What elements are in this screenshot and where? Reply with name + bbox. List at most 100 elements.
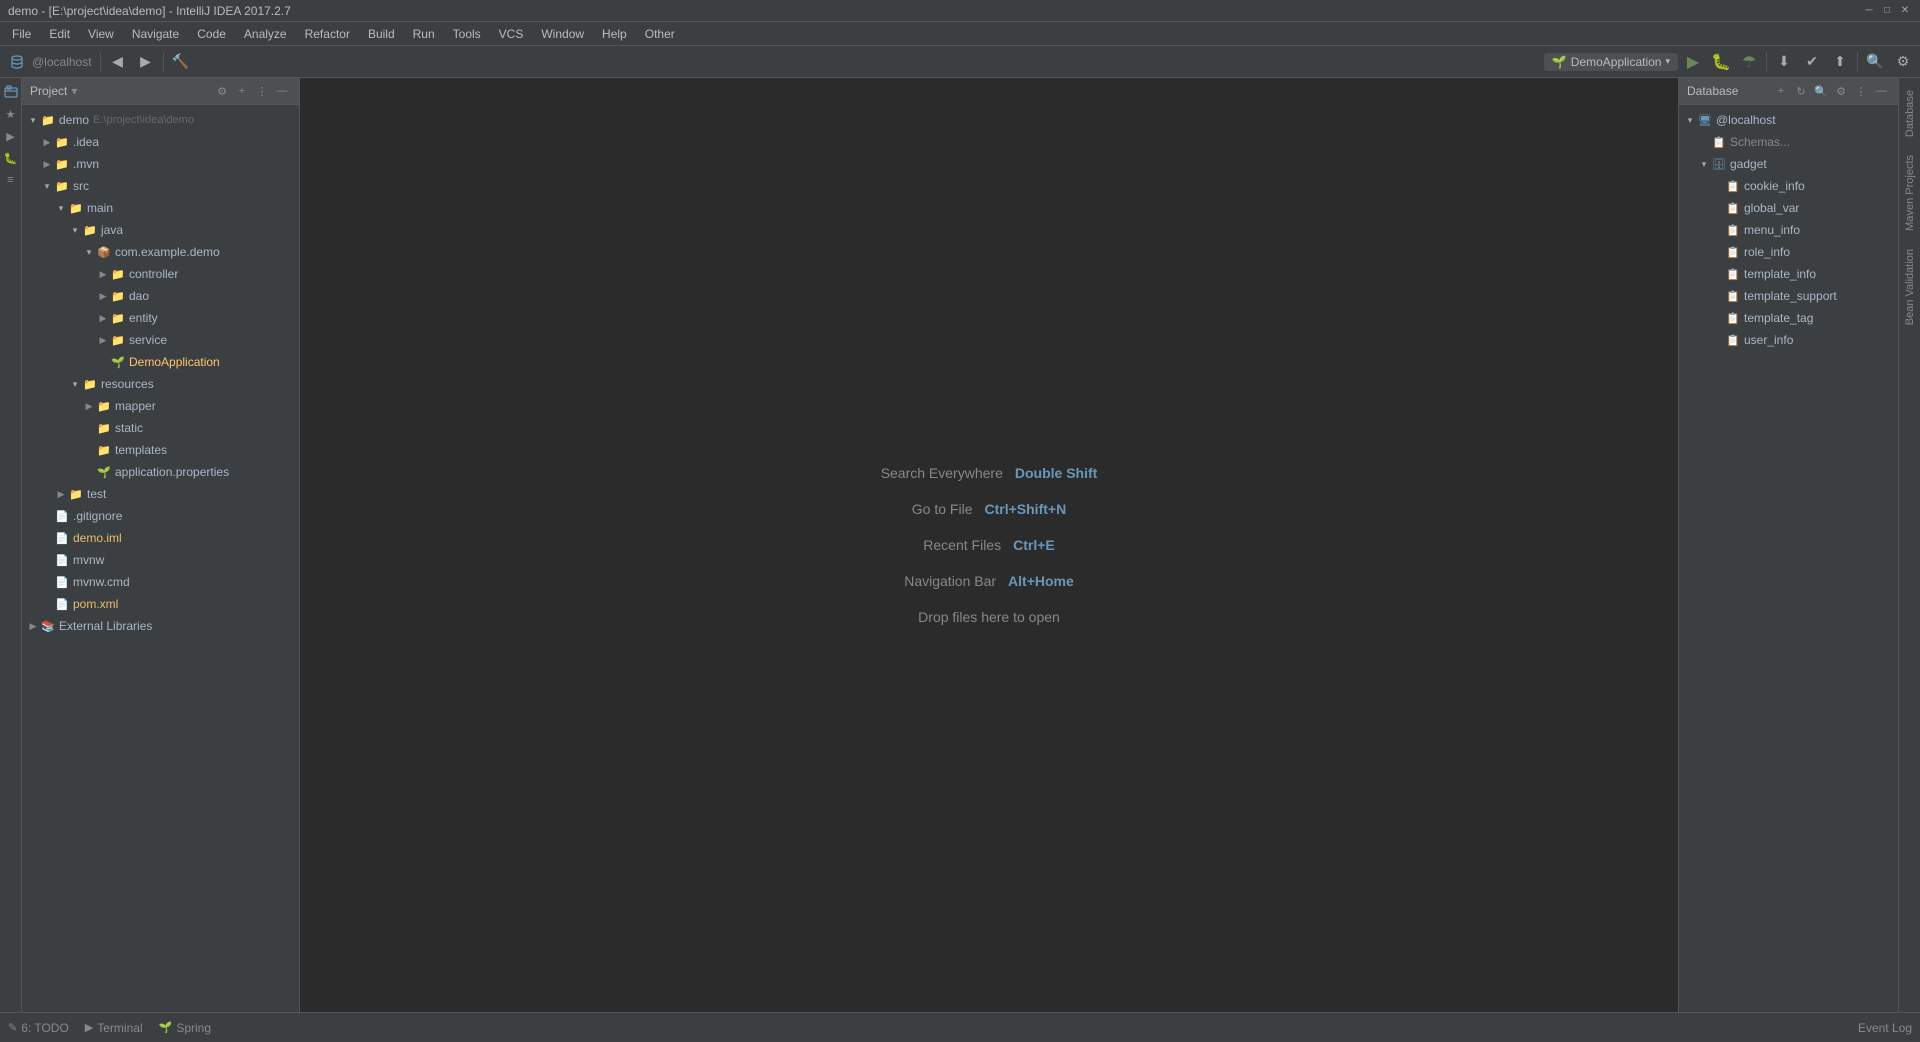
panel-gear-icon[interactable]: ⋮ (253, 82, 271, 100)
menu-build[interactable]: Build (360, 24, 403, 44)
panel-settings-icon[interactable]: ⚙ (213, 82, 231, 100)
sidebar-icon-project[interactable] (1, 82, 21, 102)
tree-item-idea[interactable]: ▶ 📁 .idea (22, 131, 299, 153)
tree-item-mvnwcmd[interactable]: ▶ 📄 mvnw.cmd (22, 571, 299, 593)
toolbar-settings-btn[interactable]: ⚙ (1890, 49, 1916, 75)
status-todo[interactable]: ✎ 6: TODO (8, 1021, 69, 1035)
tree-item-dao[interactable]: ▶ 📁 dao (22, 285, 299, 307)
database-toolbar-icon[interactable] (4, 49, 30, 75)
db-minimize-icon[interactable]: — (1872, 82, 1890, 100)
tree-item-gitignore[interactable]: ▶ 📄 .gitignore (22, 505, 299, 527)
tree-item-src[interactable]: ▾ 📁 src (22, 175, 299, 197)
tree-item-mapper[interactable]: ▶ 📁 mapper (22, 395, 299, 417)
db-more-icon[interactable]: ⋮ (1852, 82, 1870, 100)
db-item-schemas[interactable]: ▶ 📋 Schemas... (1679, 131, 1898, 153)
right-tab-database[interactable]: Database (1902, 82, 1918, 145)
tree-label-pomxml: pom.xml (73, 597, 118, 611)
tree-label-demo-path: E:\project\idea\demo (93, 114, 194, 126)
db-item-user-info[interactable]: ▶ 📋 user_info (1679, 329, 1898, 351)
db-item-localhost[interactable]: ▾ 🖥 @localhost (1679, 109, 1898, 131)
mvnw-icon: 📄 (54, 552, 70, 568)
tree-label-mvnw: mvnw (73, 553, 104, 567)
tree-item-templates[interactable]: ▶ 📁 templates (22, 439, 299, 461)
run-config-selector[interactable]: 🌱 DemoApplication ▾ (1544, 53, 1678, 71)
toolbar-vcs-commit[interactable]: ✔ (1799, 49, 1825, 75)
db-item-menu-info[interactable]: ▶ 📋 menu_info (1679, 219, 1898, 241)
sidebar-icon-favorites[interactable]: ★ (1, 104, 21, 124)
menu-view[interactable]: View (80, 24, 122, 44)
panel-add-icon[interactable]: + (233, 82, 251, 100)
maximize-button[interactable]: □ (1880, 4, 1894, 18)
menu-analyze[interactable]: Analyze (236, 24, 295, 44)
db-add-icon[interactable]: + (1772, 82, 1790, 100)
sidebar-icon-run[interactable]: ▶ (1, 126, 21, 146)
db-label-template-support: template_support (1744, 289, 1837, 303)
db-tree[interactable]: ▾ 🖥 @localhost ▶ 📋 Schemas... ▾ 🗄 gadget (1679, 105, 1898, 1012)
spring-icon: 🌱 (159, 1021, 173, 1034)
close-button[interactable]: ✕ (1898, 4, 1912, 18)
tree-item-demoiml[interactable]: ▶ 📄 demo.iml (22, 527, 299, 549)
db-item-gadget[interactable]: ▾ 🗄 gadget (1679, 153, 1898, 175)
menu-other[interactable]: Other (637, 24, 683, 44)
tree-item-external-libraries[interactable]: ▶ 📚 External Libraries (22, 615, 299, 637)
sidebar-icon-structure[interactable]: ≡ (1, 170, 21, 190)
hint-label-search: Search Everywhere (881, 465, 1003, 481)
tree-item-mvn[interactable]: ▶ 📁 .mvn (22, 153, 299, 175)
tree-item-mvnw[interactable]: ▶ 📄 mvnw (22, 549, 299, 571)
tree-item-static[interactable]: ▶ 📁 static (22, 417, 299, 439)
toolbar-forward-btn[interactable]: ▶ (133, 49, 159, 75)
project-dropdown-icon[interactable]: ▾ (71, 84, 77, 98)
db-refresh-icon[interactable]: ↻ (1792, 82, 1810, 100)
menu-help[interactable]: Help (594, 24, 635, 44)
db-item-template-info[interactable]: ▶ 📋 template_info (1679, 263, 1898, 285)
db-item-global-var[interactable]: ▶ 📋 global_var (1679, 197, 1898, 219)
db-item-cookie-info[interactable]: ▶ 📋 cookie_info (1679, 175, 1898, 197)
panel-minimize-icon[interactable]: — (273, 82, 291, 100)
db-settings-icon[interactable]: ⚙ (1832, 82, 1850, 100)
sidebar-icon-debug[interactable]: 🐛 (1, 148, 21, 168)
tree-item-package[interactable]: ▾ 📦 com.example.demo (22, 241, 299, 263)
tree-item-java[interactable]: ▾ 📁 java (22, 219, 299, 241)
coverage-button[interactable]: ☂ (1736, 49, 1762, 75)
tree-item-demo[interactable]: ▾ 📁 demo E:\project\idea\demo (22, 109, 299, 131)
db-item-template-support[interactable]: ▶ 📋 template_support (1679, 285, 1898, 307)
status-eventlog[interactable]: Event Log (1858, 1021, 1912, 1035)
status-terminal[interactable]: ▶ Terminal (85, 1021, 143, 1035)
menu-navigate[interactable]: Navigate (124, 24, 187, 44)
tree-arrow-entity: ▶ (96, 311, 110, 325)
toolbar-back-btn[interactable]: ◀ (105, 49, 131, 75)
minimize-button[interactable]: ─ (1862, 4, 1876, 18)
debug-button[interactable]: 🐛 (1708, 49, 1734, 75)
toolbar-search-btn[interactable]: 🔍 (1862, 49, 1888, 75)
toolbar-vcs-push[interactable]: ⬆ (1827, 49, 1853, 75)
right-tab-beanvalidation[interactable]: Bean Validation (1902, 241, 1918, 333)
tree-item-appproperties[interactable]: ▶ 🌱 application.properties (22, 461, 299, 483)
status-spring[interactable]: 🌱 Spring (159, 1021, 211, 1035)
db-item-template-tag[interactable]: ▶ 📋 template_tag (1679, 307, 1898, 329)
menu-vcs[interactable]: VCS (491, 24, 532, 44)
menu-run[interactable]: Run (405, 24, 443, 44)
db-label-template-tag: template_tag (1744, 311, 1813, 325)
tree-item-demoapplication[interactable]: ▶ 🌱 DemoApplication (22, 351, 299, 373)
tree-item-pomxml[interactable]: ▶ 📄 pom.xml (22, 593, 299, 615)
tree-item-resources[interactable]: ▾ 📁 resources (22, 373, 299, 395)
menu-file[interactable]: File (4, 24, 39, 44)
tree-item-entity[interactable]: ▶ 📁 entity (22, 307, 299, 329)
toolbar-separator-3 (1766, 52, 1767, 72)
tree-item-test[interactable]: ▶ 📁 test (22, 483, 299, 505)
menu-edit[interactable]: Edit (41, 24, 78, 44)
menu-code[interactable]: Code (189, 24, 234, 44)
menu-window[interactable]: Window (533, 24, 592, 44)
toolbar-build-btn[interactable]: 🔨 (168, 49, 194, 75)
db-schema-icon[interactable]: 🔍 (1812, 82, 1830, 100)
menu-refactor[interactable]: Refactor (297, 24, 358, 44)
run-button[interactable]: ▶ (1680, 49, 1706, 75)
db-item-role-info[interactable]: ▶ 📋 role_info (1679, 241, 1898, 263)
right-tab-maven[interactable]: Maven Projects (1902, 147, 1918, 239)
tree-item-service[interactable]: ▶ 📁 service (22, 329, 299, 351)
project-tree[interactable]: ▾ 📁 demo E:\project\idea\demo ▶ 📁 .idea … (22, 105, 299, 1012)
menu-tools[interactable]: Tools (445, 24, 489, 44)
toolbar-vcs-update[interactable]: ⬇ (1771, 49, 1797, 75)
tree-item-main[interactable]: ▾ 📁 main (22, 197, 299, 219)
tree-item-controller[interactable]: ▶ 📁 controller (22, 263, 299, 285)
